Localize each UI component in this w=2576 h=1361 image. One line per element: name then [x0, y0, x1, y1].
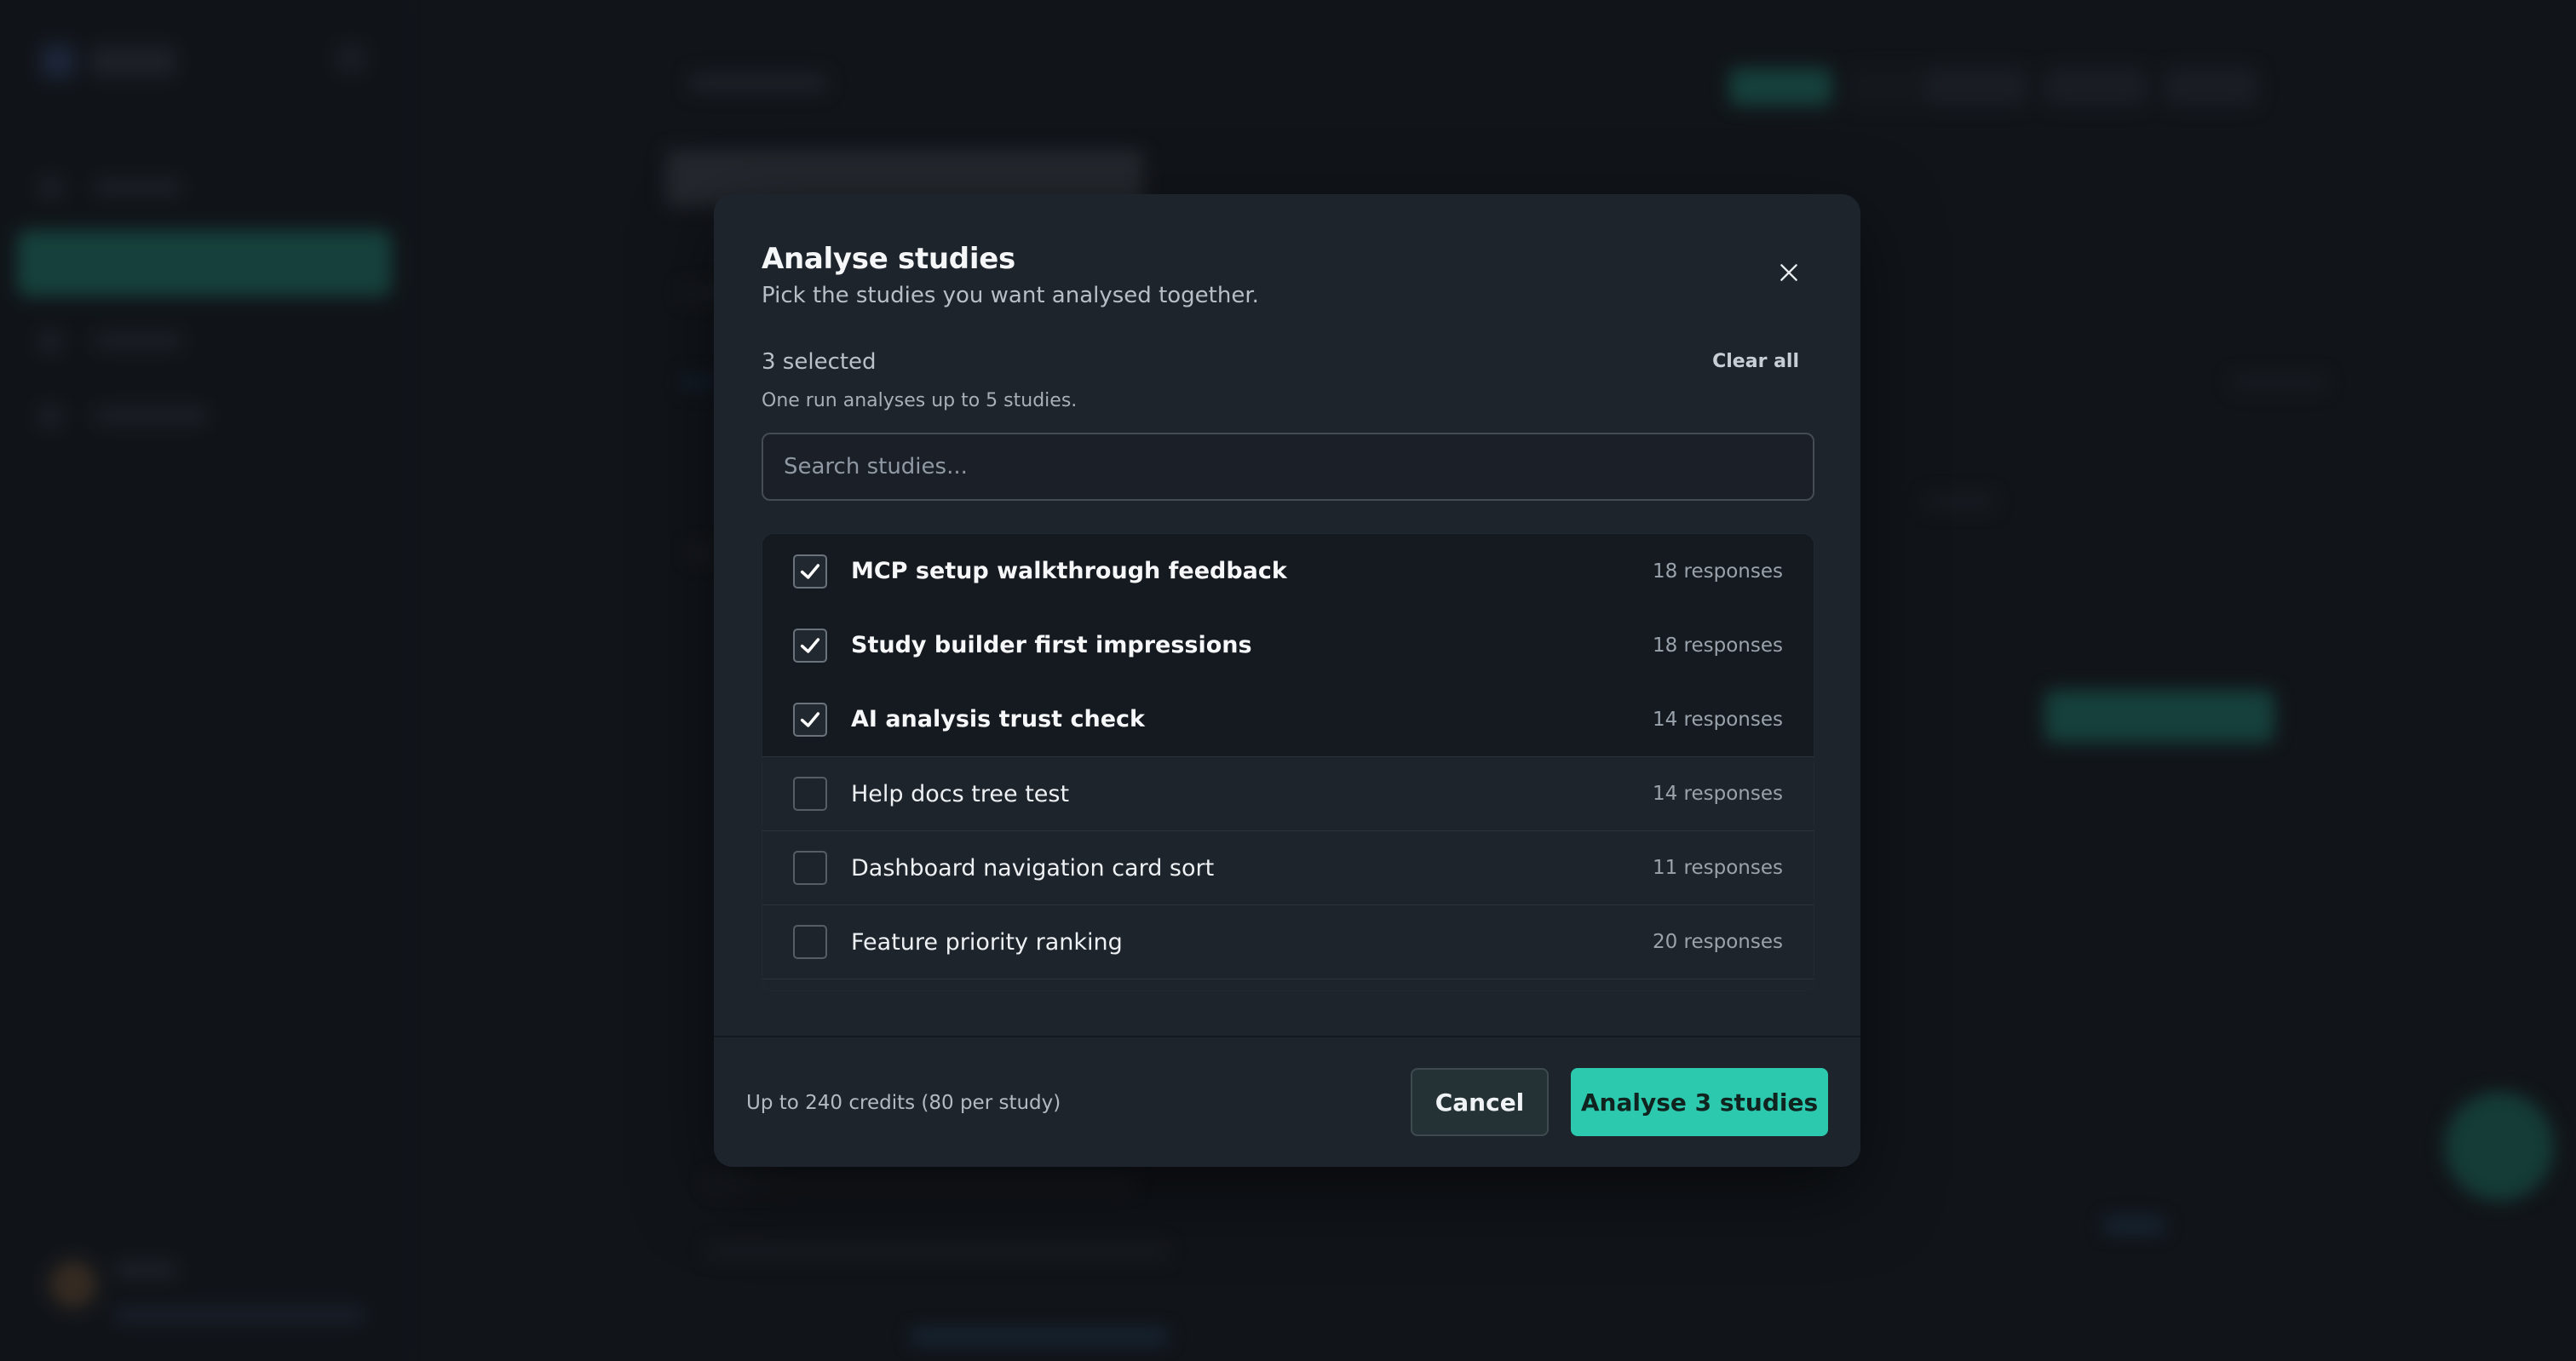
study-name: Study builder first impressions: [851, 632, 1252, 658]
study-checkbox[interactable]: [793, 702, 827, 737]
study-responses: 11 responses: [1652, 857, 1783, 879]
study-responses: 18 responses: [1652, 634, 1783, 657]
study-row[interactable]: Study builder first impressions 18 respo…: [762, 608, 1814, 682]
study-responses: 14 responses: [1652, 708, 1783, 731]
study-responses: 14 responses: [1652, 783, 1783, 805]
study-row[interactable]: Dashboard navigation card sort 11 respon…: [762, 830, 1814, 904]
limit-note: One run analyses up to 5 studies.: [762, 390, 1078, 411]
study-name: AI analysis trust check: [851, 706, 1145, 732]
study-list[interactable]: MCP setup walkthrough feedback 18 respon…: [762, 533, 1814, 991]
close-button[interactable]: [1767, 250, 1811, 295]
checkmark-icon: [800, 637, 820, 653]
dialog-footer: Up to 240 credits (80 per study) Cancel …: [714, 1037, 1860, 1167]
study-name: Feature priority ranking: [851, 928, 1123, 956]
dialog-subtitle: Pick the studies you want analysed toget…: [762, 283, 1259, 308]
study-name: Dashboard navigation card sort: [851, 854, 1215, 881]
checkmark-icon: [800, 711, 820, 727]
clear-all-button[interactable]: Clear all: [1712, 351, 1799, 372]
study-checkbox[interactable]: [793, 925, 827, 959]
study-name: Help docs tree test: [851, 780, 1070, 807]
study-row[interactable]: Feature priority ranking 20 responses: [762, 904, 1814, 979]
study-name: MCP setup walkthrough feedback: [851, 558, 1287, 584]
study-checkbox[interactable]: [793, 851, 827, 885]
dialog-title: Analyse studies: [762, 242, 1015, 276]
analyse-button[interactable]: Analyse 3 studies: [1571, 1068, 1828, 1136]
study-checkbox[interactable]: [793, 554, 827, 589]
cancel-button[interactable]: Cancel: [1411, 1068, 1549, 1136]
credits-note: Up to 240 credits (80 per study): [746, 1092, 1061, 1114]
study-checkbox[interactable]: [793, 777, 827, 811]
search-field[interactable]: [762, 433, 1814, 501]
study-checkbox[interactable]: [793, 628, 827, 663]
study-row-partial[interactable]: [762, 979, 1814, 991]
study-responses: 20 responses: [1652, 931, 1783, 953]
checkmark-icon: [800, 563, 820, 579]
study-responses: 18 responses: [1652, 560, 1783, 583]
analyse-studies-dialog: Analyse studies Pick the studies you wan…: [714, 194, 1860, 1167]
selected-count: 3 selected: [762, 349, 877, 375]
search-input[interactable]: [763, 434, 1813, 499]
study-row[interactable]: Help docs tree test 14 responses: [762, 756, 1814, 830]
close-icon: [1780, 264, 1797, 281]
app-page: Analyse studies Pick the studies you wan…: [0, 0, 2576, 1361]
study-row[interactable]: MCP setup walkthrough feedback 18 respon…: [762, 534, 1814, 608]
study-row[interactable]: AI analysis trust check 14 responses: [762, 682, 1814, 756]
